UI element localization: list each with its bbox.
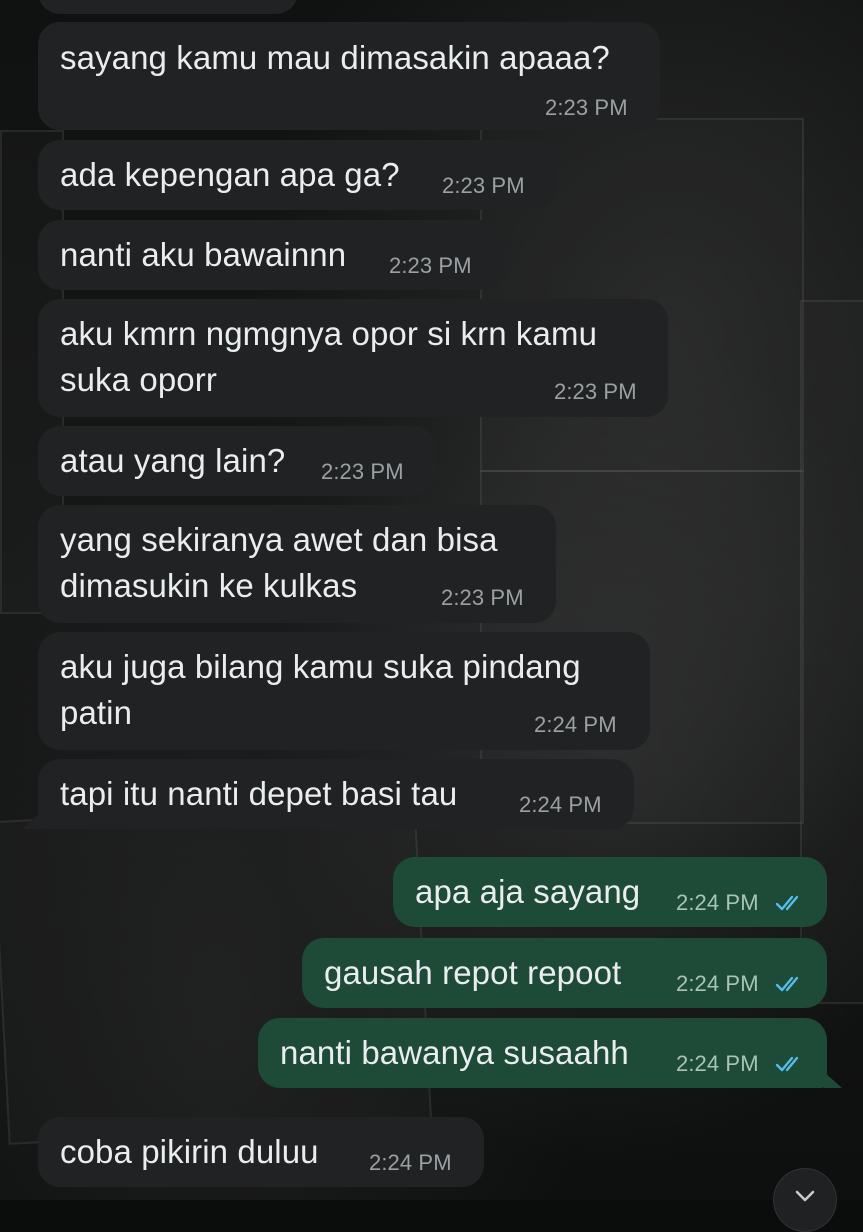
message-text: yang sekiranya awet dan bisa dimasukin k… <box>60 521 498 604</box>
message-text: nanti aku bawainnn <box>60 236 347 273</box>
message-text: gausah repot repoot <box>324 954 622 991</box>
message-bubble-incoming[interactable]: sayang kamu mau dimasakin apaaa? 2:23 PM <box>38 22 660 130</box>
message-time: 2:24 PM <box>369 1150 452 1175</box>
message-bubble-incoming[interactable]: ada kepengan apa ga? 2:23 PM <box>38 140 556 210</box>
message-text: sayang kamu mau dimasakin apaaa? <box>60 39 610 76</box>
message-time: 2:23 PM <box>441 585 524 610</box>
double-check-icon <box>775 1056 799 1072</box>
message-bubble-incoming[interactable]: aku kmrn ngmgnya opor si krn kamu suka o… <box>38 299 668 417</box>
message-bubble-outgoing[interactable]: nanti bawanya susaahh 2:24 PM <box>258 1018 827 1088</box>
message-text: aku juga bilang kamu suka pindang patin <box>60 648 581 731</box>
message-time: 2:23 PM <box>321 459 404 484</box>
chevron-down-icon <box>795 1190 815 1202</box>
message-time: 2:24 PM <box>676 890 759 915</box>
message-time: 2:24 PM <box>676 1051 759 1076</box>
bubble-tail <box>22 813 40 829</box>
message-bubble-incoming[interactable]: atau yang lain? 2:23 PM <box>38 426 436 496</box>
message-time: 2:24 PM <box>534 712 617 737</box>
double-check-icon <box>775 895 799 911</box>
message-bubble-incoming[interactable]: nanti aku bawainnn 2:23 PM <box>38 220 504 290</box>
message-time: 2:23 PM <box>389 253 472 278</box>
message-bubble-incoming[interactable]: yang sekiranya awet dan bisa dimasukin k… <box>38 505 556 623</box>
message-bubble-incoming[interactable]: tapi itu nanti depet basi tau 2:24 PM <box>38 759 634 829</box>
message-bubble-outgoing[interactable]: gausah repot repoot 2:24 PM <box>302 938 827 1008</box>
double-check-icon <box>775 976 799 992</box>
message-time: 2:23 PM <box>554 379 637 404</box>
message-text: aku kmrn ngmgnya opor si krn kamu suka o… <box>60 315 598 398</box>
message-text: tapi itu nanti depet basi tau <box>60 775 458 812</box>
scroll-down-button[interactable] <box>773 1168 837 1232</box>
message-text: ada kepengan apa ga? <box>60 156 400 193</box>
message-bubble-incoming[interactable]: aku juga bilang kamu suka pindang patin … <box>38 632 650 750</box>
message-time: 2:24 PM <box>519 792 602 817</box>
message-text: nanti bawanya susaahh <box>280 1034 629 1071</box>
message-time: 2:24 PM <box>676 971 759 996</box>
message-time: 2:23 PM <box>545 95 628 120</box>
message-bubble-partial[interactable] <box>38 0 298 14</box>
message-text: coba pikirin duluu <box>60 1133 319 1170</box>
message-bubble-outgoing[interactable]: apa aja sayang 2:24 PM <box>393 857 827 927</box>
message-time: 2:23 PM <box>442 173 525 198</box>
message-text: apa aja sayang <box>415 873 641 910</box>
message-bubble-incoming[interactable]: coba pikirin duluu 2:24 PM <box>38 1117 484 1187</box>
message-text: atau yang lain? <box>60 442 286 479</box>
bubble-tail <box>824 1072 842 1088</box>
